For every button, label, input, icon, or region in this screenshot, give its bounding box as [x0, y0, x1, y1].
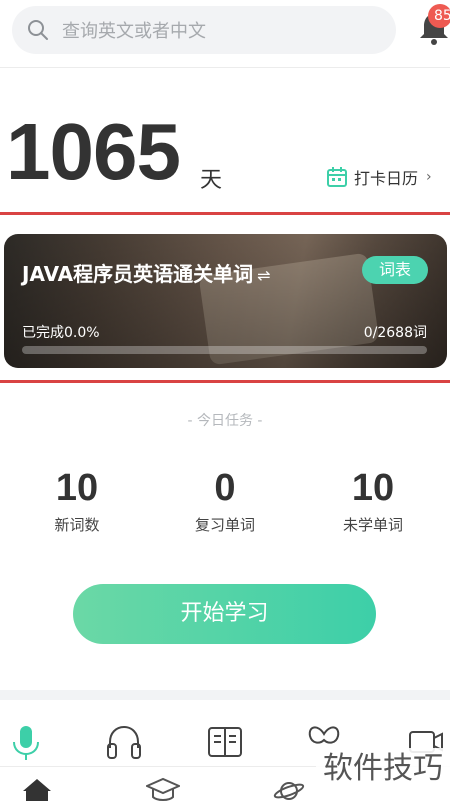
search-input[interactable]: 查询英文或者中文 [12, 6, 396, 54]
stat-unlearned-words: 10 未学单词 [298, 468, 448, 535]
current-book-card[interactable]: JAVA程序员英语通关单词 ⇌ 词表 已完成0.0% 0/2688词 [4, 234, 447, 368]
highlight-line-top [0, 212, 450, 215]
section-divider [0, 690, 450, 700]
stat-new-words: 10 新词数 [2, 468, 152, 535]
graduation-cap-icon[interactable] [146, 777, 180, 801]
book-open-icon[interactable] [205, 722, 245, 762]
stat-value: 10 [351, 467, 395, 509]
stat-label: 复习单词 [194, 516, 255, 534]
headphones-icon[interactable] [104, 722, 144, 762]
top-bar: 查询英文或者中文 85 [0, 0, 450, 68]
highlight-line-bottom [0, 380, 450, 383]
streak-days: 1065 [6, 107, 181, 196]
wordlist-button[interactable]: 词表 [362, 256, 428, 284]
book-title-text: JAVA程序员英语通关单词 [22, 262, 254, 286]
checkin-label: 打卡日历 [354, 169, 419, 188]
notification-badge: 85 [428, 4, 450, 28]
progress-bar [22, 346, 427, 354]
progress-count: 0/2688词 [363, 325, 427, 341]
stat-label: 未学单词 [342, 516, 403, 534]
switch-book-icon[interactable]: ⇌ [257, 266, 270, 285]
stat-review-words: 0 复习单词 [150, 468, 300, 535]
planet-icon[interactable] [272, 777, 306, 801]
progress-label: 已完成0.0% [22, 325, 100, 341]
book-title[interactable]: JAVA程序员英语通关单词 ⇌ [22, 258, 271, 287]
search-icon [28, 20, 48, 40]
stat-value: 0 [214, 467, 236, 509]
start-learning-button[interactable]: 开始学习 [73, 584, 376, 644]
stat-value: 10 [55, 467, 99, 509]
home-icon[interactable] [20, 777, 54, 801]
checkin-calendar-link[interactable]: 打卡日历 › [326, 164, 432, 190]
search-placeholder: 查询英文或者中文 [62, 21, 206, 42]
streak-unit: 天 [200, 168, 223, 193]
stat-label: 新词数 [54, 516, 100, 534]
chevron-right-icon: › [426, 169, 432, 185]
today-task-label: - 今日任务 - [187, 413, 263, 429]
microphone-icon[interactable] [6, 722, 46, 762]
watermark: 软件技巧 [316, 748, 450, 790]
calendar-icon [327, 167, 347, 187]
